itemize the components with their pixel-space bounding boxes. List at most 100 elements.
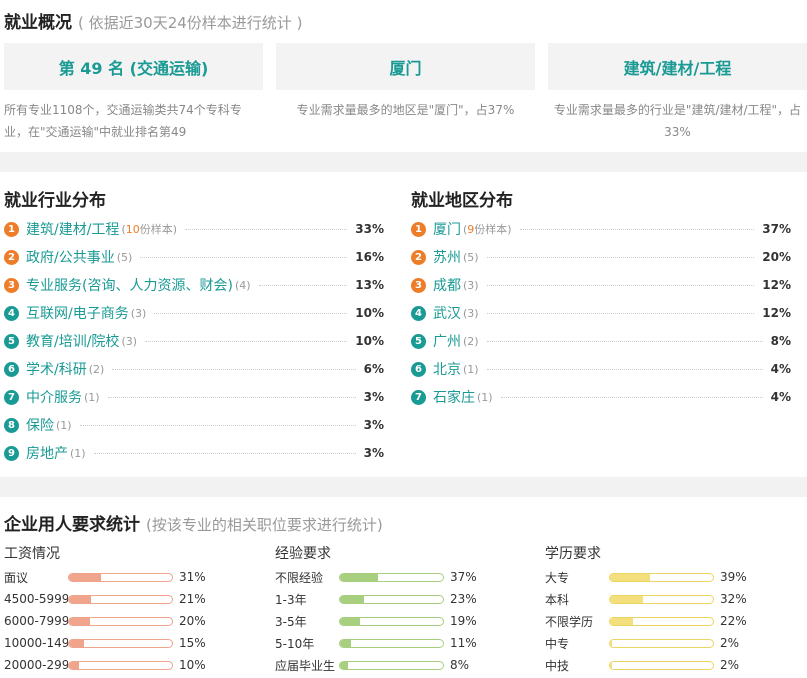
industry-item-name[interactable]: 保险 xyxy=(26,415,54,435)
region-item-percent: 4% xyxy=(770,390,791,404)
industry-item-count: (4) xyxy=(234,278,251,292)
region-item-name[interactable]: 成都 xyxy=(433,275,461,295)
overview-title-text: 就业概况 xyxy=(4,13,72,33)
region-item-count: (5) xyxy=(463,250,479,264)
rank-number-badge: 7 xyxy=(4,389,19,405)
industry-card-desc: 专业需求量最多的行业是"建筑/建材/工程"，占33% xyxy=(553,103,802,139)
industry-item[interactable]: 9 房地产 (1) 3% xyxy=(4,439,384,467)
experience-label: 1-3年 xyxy=(275,592,307,607)
dotted-leader xyxy=(93,452,356,454)
industry-item-name[interactable]: 政府/公共事业 xyxy=(26,247,115,267)
salary-label: 10000-14999 xyxy=(4,636,68,650)
dotted-leader xyxy=(258,284,348,286)
overview-title: 就业概况 ( 依据近30天24份样本进行统计 ) xyxy=(4,8,302,33)
experience-bar xyxy=(339,616,444,626)
region-item[interactable]: 3 成都 (3) 12% xyxy=(411,271,791,299)
dotted-leader xyxy=(519,228,755,230)
experience-label: 5-10年 xyxy=(275,636,315,651)
dotted-leader xyxy=(486,340,763,342)
industry-item[interactable]: 2 政府/公共事业 (5) 16% xyxy=(4,243,384,271)
industry-item-percent: 13% xyxy=(355,278,384,292)
education-bar xyxy=(609,594,714,604)
region-item-percent: 37% xyxy=(762,222,791,236)
industry-item[interactable]: 4 互联网/电子商务 (3) 10% xyxy=(4,299,384,327)
industry-item[interactable]: 6 学术/科研 (2) 6% xyxy=(4,355,384,383)
experience-label: 不限经验 xyxy=(275,570,324,585)
salary-row: 20000-29999 10% xyxy=(4,654,215,676)
industry-title: 就业行业分布 xyxy=(4,191,106,211)
salary-percent: 15% xyxy=(179,636,206,650)
industry-item-count: (2) xyxy=(88,362,105,376)
industry-item[interactable]: 7 中介服务 (1) 3% xyxy=(4,383,384,411)
industry-item-name[interactable]: 房地产 xyxy=(26,443,68,463)
industry-item[interactable]: 1 建筑/建材/工程 (10份样本) 33% xyxy=(4,215,384,243)
salary-label: 面议 xyxy=(4,570,29,585)
salary-bar-fill xyxy=(69,595,91,603)
education-bar-fill xyxy=(610,661,613,669)
requirements-title-text: 企业用人要求统计 xyxy=(4,515,140,535)
rank-number-badge: 6 xyxy=(4,361,19,377)
rank-number-badge: 9 xyxy=(4,445,19,461)
education-label: 中技 xyxy=(545,658,570,673)
industry-item-percent: 10% xyxy=(355,306,384,320)
industry-item[interactable]: 3 专业服务(咨询、人力资源、财会) (4) 13% xyxy=(4,271,384,299)
salary-bar xyxy=(68,616,173,626)
rank-card-desc: 所有专业1108个，交通运输类共74个专科专业，在"交通运输"中就业排名第49 xyxy=(4,103,242,139)
region-item[interactable]: 2 苏州 (5) 20% xyxy=(411,243,791,271)
region-item-name[interactable]: 厦门 xyxy=(433,219,461,239)
education-row: 本科 32% xyxy=(545,588,756,610)
experience-bar-fill xyxy=(340,617,360,625)
industry-item-name[interactable]: 学术/科研 xyxy=(26,359,87,379)
region-item-name[interactable]: 石家庄 xyxy=(433,387,475,407)
education-bar-fill xyxy=(610,595,643,603)
region-item-name[interactable]: 苏州 xyxy=(433,247,461,267)
education-bar-fill xyxy=(610,573,651,581)
experience-bar xyxy=(339,660,444,670)
industry-item-name[interactable]: 建筑/建材/工程 xyxy=(26,219,119,239)
rank-number-badge: 8 xyxy=(4,417,19,433)
industry-item-count: (3) xyxy=(130,306,147,320)
dotted-leader xyxy=(145,340,348,342)
experience-label: 3-5年 xyxy=(275,614,307,629)
region-item-percent: 12% xyxy=(762,306,791,320)
region-card-desc: 专业需求量最多的地区是"厦门"，占37% xyxy=(296,103,515,117)
region-item-count: (3) xyxy=(463,306,479,320)
requirements-subtitle: (按该专业的相关职位要求进行统计) xyxy=(146,516,383,534)
education-title: 学历要求 xyxy=(545,546,601,562)
industry-item-count: (3) xyxy=(121,334,138,348)
industry-card-value: 建筑/建材/工程 xyxy=(623,58,732,78)
region-item[interactable]: 1 厦门 (9份样本) 37% xyxy=(411,215,791,243)
industry-item-name[interactable]: 教育/培训/院校 xyxy=(26,331,119,351)
industry-item[interactable]: 8 保险 (1) 3% xyxy=(4,411,384,439)
rank-number-badge: 2 xyxy=(411,249,426,265)
region-item-count: (2) xyxy=(463,334,479,348)
rank-number-badge: 2 xyxy=(4,249,19,265)
region-item[interactable]: 4 武汉 (3) 12% xyxy=(411,299,791,327)
rank-card-value: 第 49 名 (交通运输) xyxy=(58,58,209,78)
industry-item-count: (10份样本) xyxy=(121,223,178,236)
region-item[interactable]: 7 石家庄 (1) 4% xyxy=(411,383,791,411)
region-card: 厦门 xyxy=(276,43,535,90)
region-item-name[interactable]: 广州 xyxy=(433,331,461,351)
experience-bar-fill xyxy=(340,595,364,603)
dotted-leader xyxy=(486,284,755,286)
rank-number-badge: 6 xyxy=(411,361,426,377)
salary-bar-fill xyxy=(69,661,80,669)
salary-label: 20000-29999 xyxy=(4,658,68,672)
industry-item-name[interactable]: 中介服务 xyxy=(26,387,82,407)
region-item-name[interactable]: 武汉 xyxy=(433,303,461,323)
education-label: 大专 xyxy=(545,570,570,585)
industry-item-percent: 3% xyxy=(363,390,384,404)
industry-item-name[interactable]: 互联网/电子商务 xyxy=(26,303,129,323)
experience-bar xyxy=(339,572,444,582)
dotted-leader xyxy=(140,256,348,258)
industry-item-name[interactable]: 专业服务(咨询、人力资源、财会) xyxy=(26,275,233,295)
rank-number-badge: 5 xyxy=(4,333,19,349)
region-item-name[interactable]: 北京 xyxy=(433,359,461,379)
education-bar xyxy=(609,660,714,670)
overview-subtitle: ( 依据近30天24份样本进行统计 ) xyxy=(78,14,303,32)
experience-bar-fill xyxy=(340,661,349,669)
region-item[interactable]: 6 北京 (1) 4% xyxy=(411,355,791,383)
region-item[interactable]: 5 广州 (2) 8% xyxy=(411,327,791,355)
industry-item[interactable]: 5 教育/培训/院校 (3) 10% xyxy=(4,327,384,355)
